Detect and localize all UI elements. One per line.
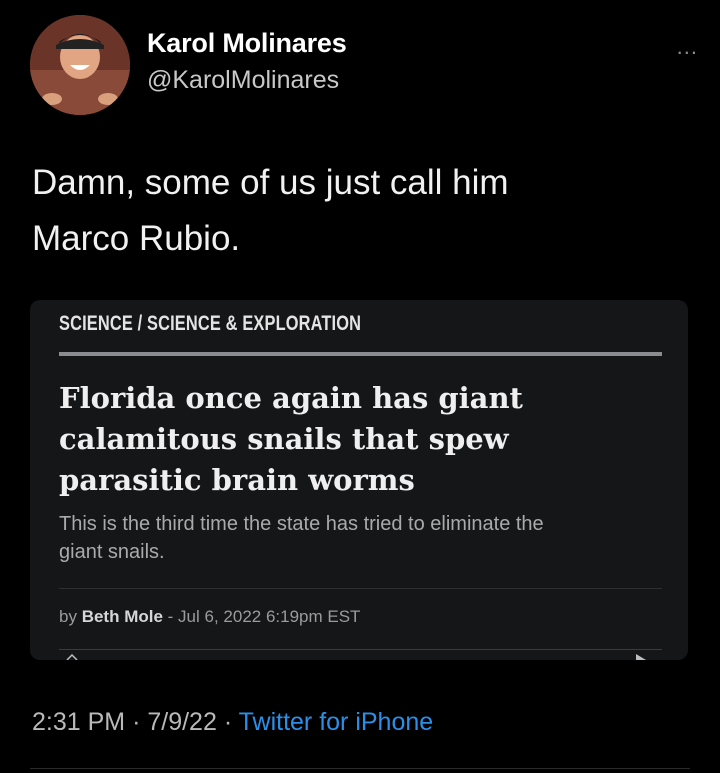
display-name[interactable]: Karol Molinares <box>147 28 347 59</box>
category-divider <box>59 352 662 356</box>
tweet-text-line: Damn, some of us just call him <box>32 163 509 202</box>
tweet-text-line: Marco Rubio. <box>32 219 241 258</box>
byline-prefix: by <box>59 607 77 626</box>
article-byline: by Beth Mole - Jul 6, 2022 6:19pm EST <box>59 607 360 627</box>
headline-line: parasitic brain worms <box>59 463 415 497</box>
avatar[interactable] <box>30 15 130 115</box>
tweet-meta: 2:31 PM · 7/9/22 · Twitter for iPhone <box>32 708 433 737</box>
tweet-time: 2:31 PM <box>32 708 126 736</box>
more-options-icon[interactable]: ... <box>677 34 698 60</box>
card-bottom-divider <box>59 649 662 650</box>
tweet-date: 7/9/22 <box>147 708 217 736</box>
tweet-source-link[interactable]: Twitter for iPhone <box>239 708 434 736</box>
article-subheading: This is the third time the state has tri… <box>59 510 669 566</box>
user-handle[interactable]: @KarolMolinares <box>147 66 339 95</box>
tweet-text: Damn, some of us just call him Marco Rub… <box>32 155 682 267</box>
headline-line: calamitous snails that spew <box>59 422 509 456</box>
subhead-line: This is the third time the state has tri… <box>59 513 544 535</box>
chevron-up-icon <box>66 654 78 660</box>
article-category: SCIENCE / SCIENCE & EXPLORATION <box>59 312 362 335</box>
subhead-line: giant snails. <box>59 541 165 563</box>
avatar-photo <box>30 15 130 115</box>
bottom-divider <box>30 768 690 769</box>
article-headline[interactable]: Florida once again has giant calamitous … <box>59 378 659 501</box>
article-author[interactable]: Beth Mole <box>82 607 163 626</box>
byline-divider <box>59 588 662 589</box>
meta-separator: · <box>132 708 141 736</box>
arrow-icon <box>636 654 646 660</box>
article-card[interactable]: SCIENCE / SCIENCE & EXPLORATION Florida … <box>30 300 688 660</box>
headline-line: Florida once again has giant <box>59 381 523 415</box>
meta-separator: · <box>223 708 233 736</box>
article-date: - Jul 6, 2022 6:19pm EST <box>167 607 361 626</box>
